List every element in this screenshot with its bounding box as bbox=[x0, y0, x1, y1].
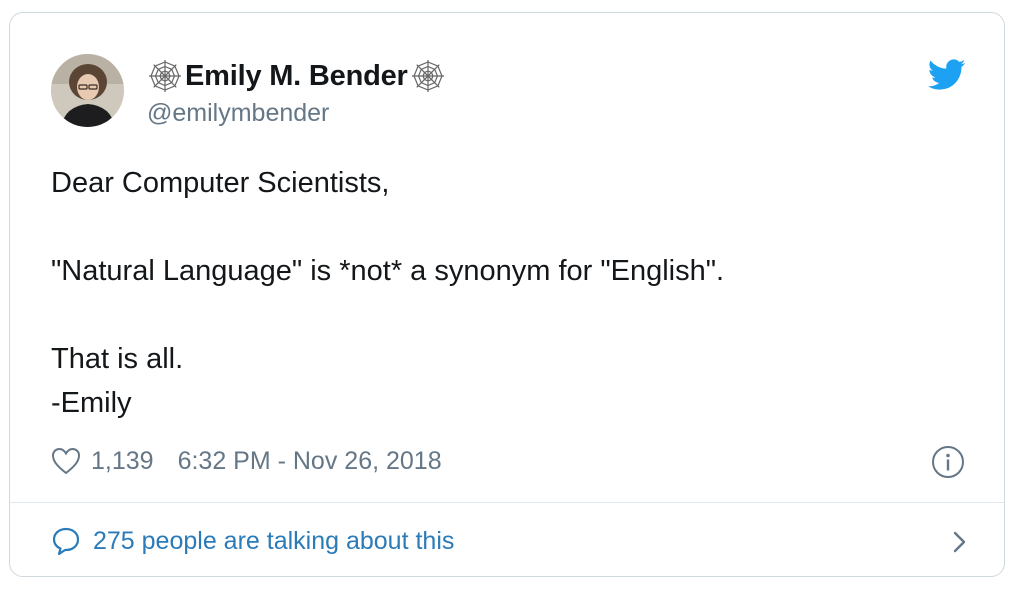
tweet-line: "Natural Language" is *not* a synonym fo… bbox=[51, 255, 725, 287]
conversation-link[interactable]: 275 people are talking about this bbox=[51, 521, 971, 561]
tweet-meta: 1,139 6:32 PM - Nov 26, 2018 bbox=[51, 443, 442, 479]
heart-icon[interactable] bbox=[51, 447, 81, 475]
author-handle[interactable]: @emilymbender bbox=[147, 99, 329, 128]
tweet-line: That is all. bbox=[51, 343, 184, 375]
tweet-line: Dear Computer Scientists, bbox=[51, 167, 390, 199]
like-count[interactable]: 1,139 bbox=[91, 447, 154, 476]
divider bbox=[10, 502, 1004, 503]
author-display-name[interactable]: Emily M. Bender bbox=[185, 60, 408, 93]
tweet-line bbox=[51, 293, 951, 337]
conversation-count[interactable]: 275 people are talking about this bbox=[93, 527, 454, 556]
author-name-row[interactable]: Emily M. Bender bbox=[147, 58, 446, 94]
tweet-line: -Emily bbox=[51, 387, 132, 419]
tweet-card: Emily M. Bender @emilymbender Dear Compu… bbox=[9, 12, 1005, 577]
avatar[interactable] bbox=[51, 54, 124, 127]
tweet-text: Dear Computer Scientists, "Natural Langu… bbox=[51, 161, 951, 425]
speech-bubble-icon bbox=[51, 526, 81, 556]
twitter-bird-icon[interactable] bbox=[928, 59, 966, 91]
tweet-line bbox=[51, 205, 951, 249]
chevron-right-icon[interactable] bbox=[947, 529, 971, 555]
info-icon[interactable] bbox=[931, 445, 965, 479]
spiderweb-icon bbox=[147, 58, 183, 94]
spiderweb-icon bbox=[410, 58, 446, 94]
tweet-timestamp[interactable]: 6:32 PM - Nov 26, 2018 bbox=[178, 447, 442, 476]
